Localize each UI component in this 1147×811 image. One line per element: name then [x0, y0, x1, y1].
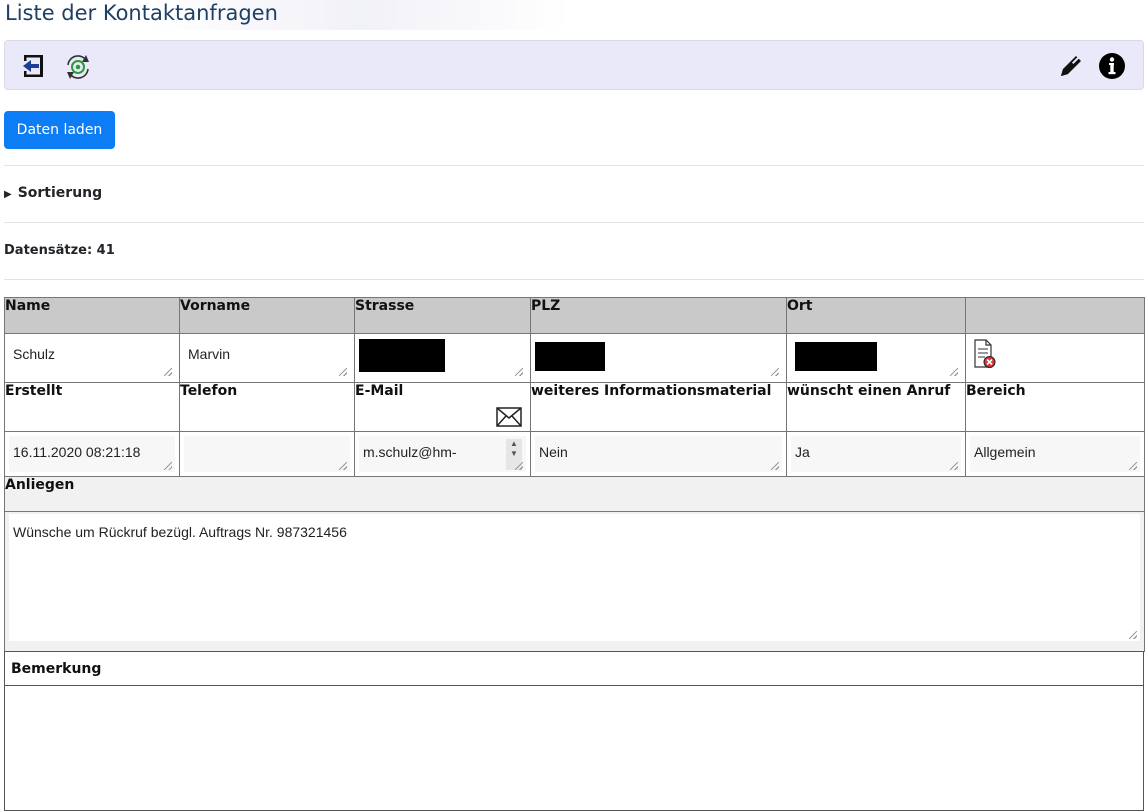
info-material-cell: Nein: [530, 431, 787, 477]
bemerkung-label: Bemerkung: [5, 651, 1143, 686]
bereich-cell: Allgemein: [965, 431, 1145, 477]
email-field[interactable]: m.schulz@hm- ▲ ▼: [359, 436, 526, 472]
contact-table: Name Vorname Strasse PLZ Ort Schulz Marv…: [4, 297, 1145, 652]
telefon-field[interactable]: [184, 436, 350, 472]
col-header-telefon: Telefon: [179, 382, 355, 432]
info-material-value: Nein: [539, 444, 568, 460]
anliegen-textarea[interactable]: Wünsche um Rückruf bezügl. Auftrags Nr. …: [9, 514, 1140, 641]
col-header-vorname: Vorname: [179, 297, 355, 334]
telefon-cell: [179, 431, 355, 477]
divider: [4, 222, 1144, 223]
resize-grip-icon[interactable]: [339, 368, 347, 376]
vorname-cell: Marvin: [179, 333, 355, 383]
ort-field[interactable]: [791, 338, 961, 378]
resize-grip-icon[interactable]: [1129, 631, 1137, 639]
info-material-field[interactable]: Nein: [535, 436, 782, 472]
resize-grip-icon[interactable]: [515, 462, 523, 470]
name-value: Schulz: [13, 346, 56, 362]
email-value: m.schulz@hm-: [363, 444, 457, 460]
load-data-button[interactable]: Daten laden: [4, 111, 115, 149]
email-cell: m.schulz@hm- ▲ ▼: [354, 431, 531, 477]
col-header-info-material: weiteres Informationsmaterial: [530, 382, 787, 432]
actions-cell: [965, 333, 1145, 383]
erstellt-value: 16.11.2020 08:21:18: [13, 444, 141, 460]
anruf-cell: Ja: [786, 431, 966, 477]
name-cell: Schulz: [4, 333, 180, 383]
envelope-icon[interactable]: [496, 407, 522, 431]
col-header-plz: PLZ: [530, 297, 787, 334]
triangle-right-icon: ▶: [4, 189, 12, 200]
toolbar: [4, 40, 1144, 90]
sort-label: Sortierung: [17, 185, 103, 201]
redacted-block: [795, 342, 877, 371]
resize-grip-icon[interactable]: [771, 462, 779, 470]
back-icon[interactable]: [21, 52, 49, 80]
bemerkung-textarea[interactable]: [5, 686, 1143, 806]
resize-grip-icon[interactable]: [164, 462, 172, 470]
resize-grip-icon[interactable]: [950, 462, 958, 470]
redacted-block: [359, 339, 445, 372]
col-header-bereich: Bereich: [965, 382, 1145, 432]
edit-icon[interactable]: [1057, 52, 1085, 80]
col-header-ort: Ort: [786, 297, 966, 334]
erstellt-field[interactable]: 16.11.2020 08:21:18: [9, 436, 175, 472]
strasse-field[interactable]: [359, 338, 526, 378]
anliegen-value: Wünsche um Rückruf bezügl. Auftrags Nr. …: [13, 524, 347, 540]
plz-field[interactable]: [535, 338, 782, 378]
sort-toggle[interactable]: ▶ Sortierung: [4, 185, 102, 201]
col-header-erstellt: Erstellt: [4, 382, 180, 432]
anliegen-cell: Wünsche um Rückruf bezügl. Auftrags Nr. …: [4, 511, 1145, 652]
vorname-field[interactable]: Marvin: [184, 338, 350, 378]
record-count: Datensätze: 41: [4, 243, 115, 258]
refresh-icon[interactable]: [63, 52, 91, 80]
page-title: Liste der Kontaktanfragen: [5, 1, 278, 25]
col-header-name: Name: [4, 297, 180, 334]
vorname-value: Marvin: [188, 346, 231, 362]
strasse-cell: [354, 333, 531, 383]
divider: [4, 165, 1144, 166]
plz-cell: [530, 333, 787, 383]
resize-grip-icon[interactable]: [950, 368, 958, 376]
resize-grip-icon[interactable]: [515, 368, 523, 376]
col-header-email: E-Mail: [354, 382, 531, 432]
col-header-anruf: wünscht einen Anruf: [786, 382, 966, 432]
resize-grip-icon[interactable]: [164, 368, 172, 376]
bemerkung-section: Bemerkung: [4, 651, 1144, 811]
col-header-actions: [965, 297, 1145, 334]
resize-grip-icon[interactable]: [1129, 462, 1137, 470]
name-field[interactable]: Schulz: [9, 338, 175, 378]
anruf-field[interactable]: Ja: [791, 436, 961, 472]
anliegen-label: Anliegen: [4, 476, 1145, 512]
email-header-label: E-Mail: [355, 383, 404, 399]
bereich-field[interactable]: Allgemein: [970, 436, 1140, 472]
anruf-value: Ja: [795, 444, 810, 460]
delete-document-icon[interactable]: [974, 339, 996, 373]
bereich-value: Allgemein: [974, 444, 1036, 460]
erstellt-cell: 16.11.2020 08:21:18: [4, 431, 180, 477]
redacted-block: [535, 342, 605, 371]
resize-grip-icon[interactable]: [339, 462, 347, 470]
col-header-strasse: Strasse: [354, 297, 531, 334]
resize-grip-icon[interactable]: [771, 368, 779, 376]
ort-cell: [786, 333, 966, 383]
divider: [4, 279, 1144, 280]
info-icon[interactable]: [1098, 52, 1126, 80]
